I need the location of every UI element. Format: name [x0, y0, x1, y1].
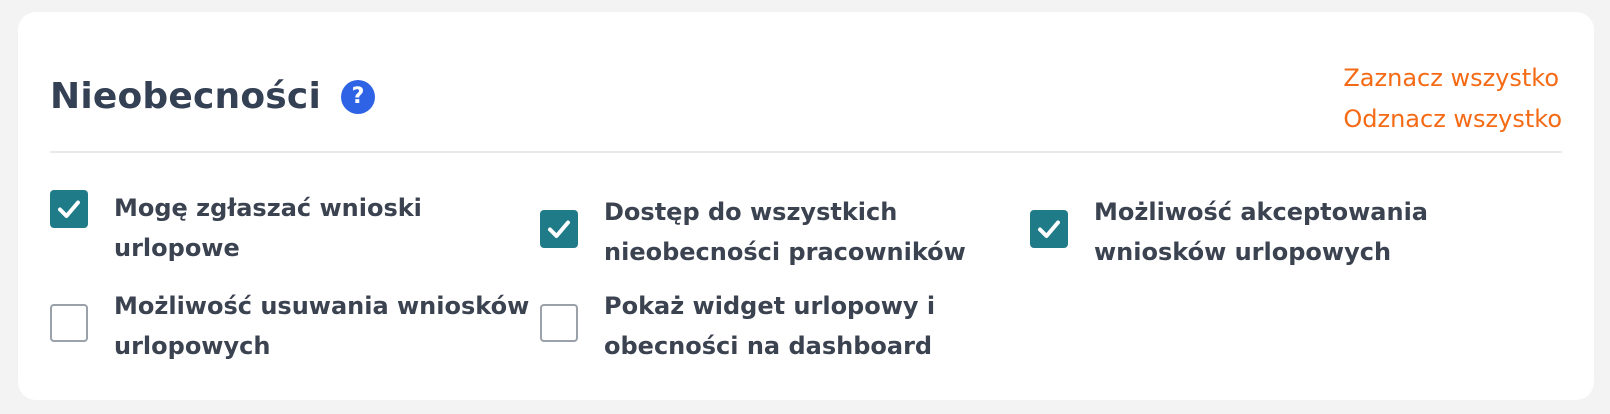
option-accept-leave-requests: Możliwość akceptowania wniosków urlopowy…	[1030, 190, 1460, 272]
deselect-all-link[interactable]: Odznacz wszystko	[1343, 99, 1562, 140]
option-label: Mogę zgłaszać wnioski urlopowe	[114, 194, 422, 262]
option-label: Pokaż widget urlopowy i obecności na das…	[604, 292, 936, 360]
checkmark-icon	[548, 220, 570, 238]
checkmark-icon	[1038, 220, 1060, 238]
checkbox-access-all-absences[interactable]	[540, 210, 578, 248]
checkbox-delete-leave-requests[interactable]	[50, 304, 88, 342]
section-title: Nieobecności	[50, 76, 322, 117]
title-group: Nieobecności ?	[50, 76, 376, 117]
permissions-card: Nieobecności ? Zaznacz wszystko Odznacz …	[18, 12, 1594, 400]
question-circle-icon[interactable]: ?	[341, 79, 376, 114]
option-label: Dostęp do wszystkich nieobecności pracow…	[604, 198, 966, 266]
select-all-link[interactable]: Zaznacz wszystko	[1343, 58, 1559, 99]
checkbox-show-leave-widget[interactable]	[540, 304, 578, 342]
section-header: Nieobecności ? Zaznacz wszystko Odznacz …	[50, 60, 1562, 160]
option-access-all-absences: Dostęp do wszystkich nieobecności pracow…	[540, 190, 980, 272]
option-submit-leave-requests: Mogę zgłaszać wnioski urlopowe	[50, 190, 530, 268]
checkbox-accept-leave-requests[interactable]	[1030, 210, 1068, 248]
option-label: Możliwość usuwania wniosków urlopowych	[114, 292, 530, 360]
divider	[50, 151, 1562, 153]
checkmark-icon	[58, 200, 80, 218]
option-delete-leave-requests: Możliwość usuwania wniosków urlopowych	[50, 284, 530, 366]
bulk-actions: Zaznacz wszystko Odznacz wszystko	[1343, 58, 1562, 140]
checkbox-submit-leave-requests[interactable]	[50, 190, 88, 228]
option-show-leave-widget: Pokaż widget urlopowy i obecności na das…	[540, 284, 980, 366]
option-label: Możliwość akceptowania wniosków urlopowy…	[1094, 198, 1428, 266]
